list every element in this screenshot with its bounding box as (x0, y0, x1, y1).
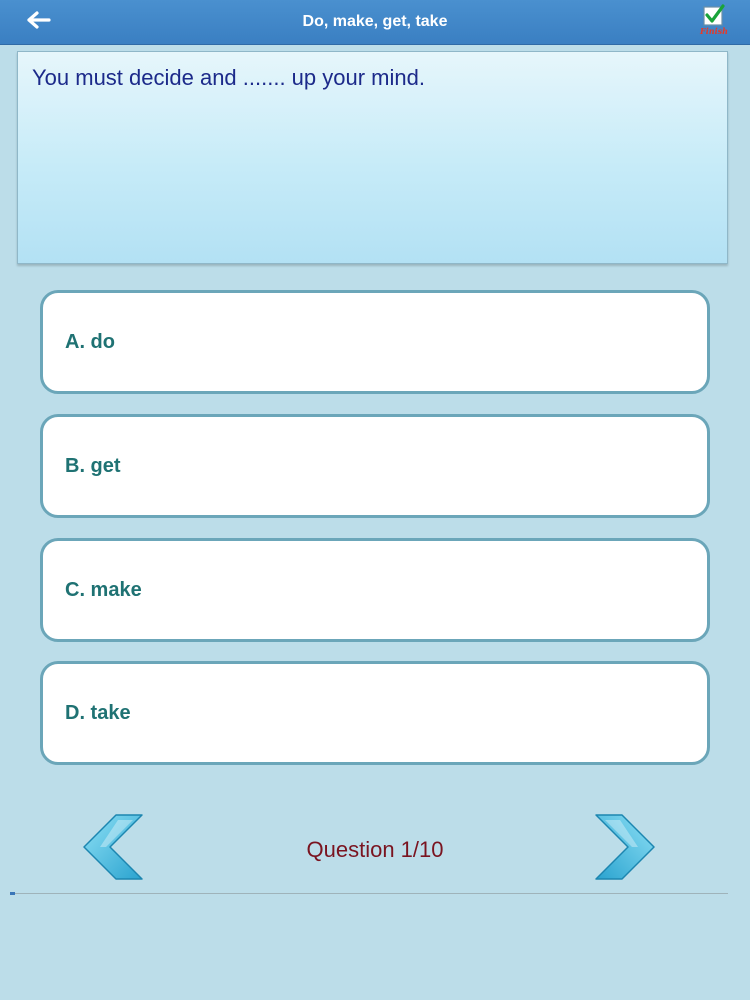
question-text: You must decide and ....... up your mind… (32, 65, 425, 90)
option-d-label: D. take (65, 702, 131, 724)
question-panel: You must decide and ....... up your mind… (17, 51, 728, 264)
next-question-button[interactable] (594, 812, 656, 882)
option-b-button[interactable]: B. get (40, 414, 710, 518)
option-b-label: B. get (65, 455, 121, 477)
option-c-button[interactable]: C. make (40, 538, 710, 642)
option-a-button[interactable]: A. do (40, 290, 710, 394)
checkmark-icon (703, 4, 725, 26)
option-a-label: A. do (65, 331, 115, 353)
option-c-label: C. make (65, 579, 142, 601)
finish-label: Finish (700, 26, 728, 36)
progress-indicator (10, 892, 15, 895)
top-bar: Do, make, get, take Finish (0, 0, 750, 45)
page-title: Do, make, get, take (302, 13, 448, 30)
finish-button[interactable]: Finish (697, 4, 731, 40)
chevron-right-icon (595, 814, 655, 880)
bottom-divider (12, 893, 728, 894)
option-d-button[interactable]: D. take (40, 661, 710, 765)
